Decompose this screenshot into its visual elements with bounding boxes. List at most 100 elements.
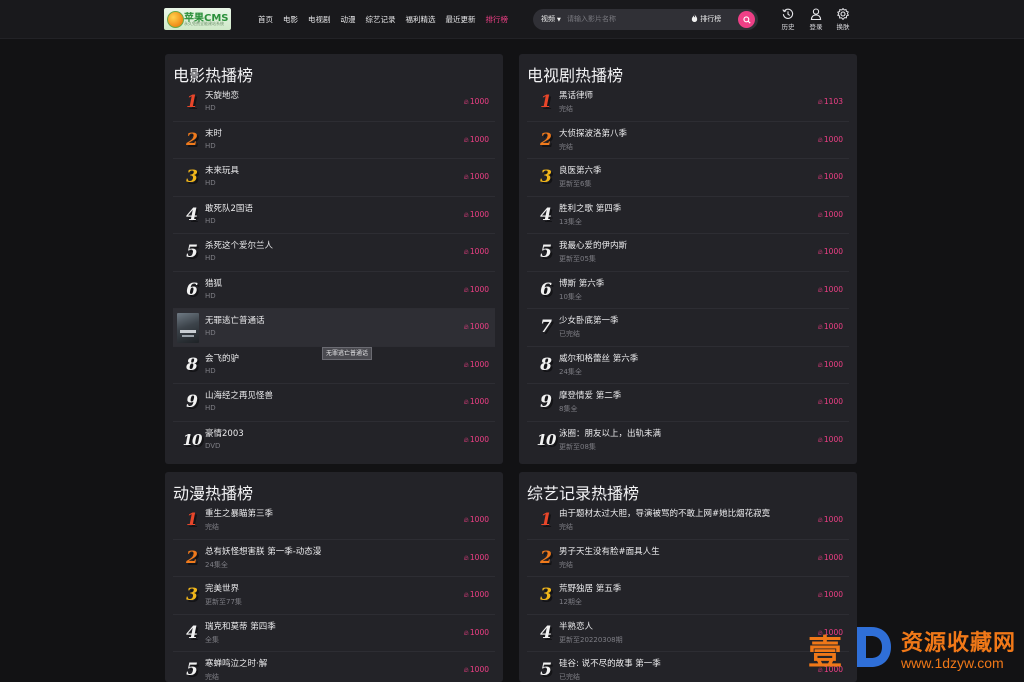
item-status: 完结	[559, 523, 573, 531]
ranking-item[interactable]: 2 男子天生没有脸#面具人生 完结 🔥︎1000	[527, 540, 849, 577]
ranking-item[interactable]: 5 硅谷: 说不尽的故事 第一季 已完结 🔥︎1000	[527, 652, 849, 682]
ranking-item[interactable]: 4 胜利之歌 第四季 13集全 🔥︎1000	[527, 197, 849, 234]
item-status: 已完结	[559, 330, 580, 338]
item-status: 更新至20220308期	[559, 635, 623, 644]
rank-number: 3	[186, 167, 198, 187]
item-status: 完结	[559, 105, 573, 113]
flame-icon: 🔥︎	[817, 516, 823, 524]
ranking-item[interactable]: 2 大侦探波洛第八季 完结 🔥︎1000	[527, 122, 849, 159]
ranking-item[interactable]: 10 豪情2003 DVD 🔥︎1000	[173, 422, 495, 460]
flame-icon: 🔥︎	[463, 98, 469, 106]
panel-title: 电影热播榜	[173, 66, 254, 85]
ranking-item[interactable]: 3 完美世界 更新至77集 🔥︎1000	[173, 577, 495, 615]
heat-count: 🔥︎1000	[818, 135, 843, 145]
item-title: 泳圈：朋友以上，出轨未满	[559, 428, 662, 439]
nav-item-tv[interactable]: 电视剧	[308, 14, 331, 26]
flame-icon: 🔥︎	[817, 248, 823, 256]
rank-number: 7	[540, 317, 552, 337]
search-button[interactable]	[738, 11, 755, 28]
heat-count: 🔥︎1000	[464, 135, 489, 145]
flame-icon: 🔥︎	[463, 398, 469, 406]
item-status: 8集全	[559, 405, 578, 413]
heat-count: 🔥︎1000	[464, 515, 489, 525]
ranking-item[interactable]: 2 总有妖怪想害朕 第一季-动态漫 24集全 🔥︎1000	[173, 540, 495, 577]
item-title: 天旋地恋	[205, 91, 240, 101]
ranking-item[interactable]: 5 杀死这个爱尔兰人 HD 🔥︎1000	[173, 234, 495, 272]
skin-button[interactable]: 换肤	[831, 8, 855, 34]
item-status: 更新至08集	[559, 442, 596, 451]
rank-number: 8	[540, 354, 552, 375]
nav-item-ranking[interactable]: 排行榜	[486, 14, 509, 26]
history-button[interactable]: 历史	[776, 8, 800, 34]
ranking-item[interactable]: 4 半熟恋人 更新至20220308期 🔥︎1000	[527, 615, 849, 652]
ranking-item[interactable]: 1 重生之暴瞄第三季 完结 🔥︎1000	[173, 502, 495, 540]
site-logo[interactable]: 苹果CMS 永久免费全能建站系统	[164, 8, 231, 30]
heat-count: 🔥︎1000	[464, 97, 489, 107]
flame-icon: 🔥︎	[463, 360, 469, 369]
item-status: 24集全	[559, 367, 582, 376]
ranking-item[interactable]: 7 少女卧底第一季 已完结 🔥︎1000	[527, 309, 849, 347]
ranking-item[interactable]: 8 威尔和格蕾丝 第六季 24集全 🔥︎1000	[527, 347, 849, 384]
rank-number: 1	[540, 92, 552, 112]
item-title: 敢死队2国语	[205, 203, 253, 214]
flame-icon: 🔥︎	[463, 248, 469, 256]
ranking-item[interactable]: 9 摩登情爱 第二季 8集全 🔥︎1000	[527, 384, 849, 422]
ranking-item[interactable]: 3 荒野独居 第五季 12期全 🔥︎1000	[527, 577, 849, 615]
rank-number: 5	[540, 242, 552, 262]
ranking-item[interactable]: 1 由于题材太过大胆，导演被骂的不敢上网#她比烟花寂寞 完结 🔥︎1000	[527, 502, 849, 540]
heat-count: 🔥︎1000	[464, 435, 489, 445]
nav-item-movies[interactable]: 电影	[283, 14, 298, 26]
user-icon	[810, 8, 822, 20]
search-input[interactable]	[567, 13, 677, 25]
rank-number: 3	[540, 167, 552, 187]
search-category-dropdown[interactable]: 视频 ▼	[541, 14, 561, 24]
nav-item-home[interactable]: 首页	[258, 14, 273, 26]
item-title: 山海经之再见怪兽	[205, 391, 274, 401]
item-title: 黑话律师	[559, 91, 594, 101]
flame-icon: 🔥︎	[817, 435, 823, 444]
ranking-item[interactable]: 10 泳圈：朋友以上，出轨未满 更新至08集 🔥︎1000	[527, 422, 849, 460]
item-status: 完结	[559, 142, 573, 151]
item-title: 博斯 第六季	[559, 278, 605, 289]
item-title: 胜利之歌 第四季	[559, 203, 622, 214]
heat-count: 🔥︎1103	[818, 97, 843, 107]
heat-value: 1000	[469, 209, 489, 219]
ranking-item[interactable]: 6 博斯 第六季 10集全 🔥︎1000	[527, 272, 849, 309]
nav-item-latest[interactable]: 最近更新	[446, 14, 476, 26]
login-button[interactable]: 登录	[804, 8, 828, 34]
heat-value: 1000	[469, 97, 489, 106]
heat-count: 🔥︎1000	[464, 590, 489, 600]
heat-count: 🔥︎1000	[464, 322, 489, 332]
ranking-item[interactable]: 9 山海经之再见怪兽 HD 🔥︎1000	[173, 384, 495, 422]
flame-icon: 🔥︎	[463, 435, 469, 444]
rank-number: 6	[540, 279, 552, 300]
nav-item-featured[interactable]: 福利精选	[406, 14, 436, 26]
gear-icon	[837, 8, 849, 20]
ranking-item[interactable]: 1 黑话律师 完结 🔥︎1103	[527, 84, 849, 122]
ranking-item[interactable]: 5 寒蝉鸣泣之时·解 完结 🔥︎1000	[173, 652, 495, 682]
flame-icon: 🔥︎	[463, 210, 469, 219]
heat-value: 1000	[823, 284, 843, 294]
ranking-item[interactable]: 6 猎狐 HD 🔥︎1000	[173, 272, 495, 309]
rank-number: 1	[540, 510, 552, 530]
ranking-item[interactable]: 4 瑞克和莫蒂 第四季 全集 🔥︎1000	[173, 615, 495, 652]
ranking-item[interactable]: 5 我最心爱的伊内斯 更新至05集 🔥︎1000	[527, 234, 849, 272]
flame-icon: 🔥︎	[817, 135, 823, 144]
rank-number: 2	[540, 547, 552, 568]
nav-item-anime[interactable]: 动漫	[341, 14, 356, 26]
search-ranking-link[interactable]: 排行榜	[691, 14, 721, 24]
ranking-item-hovered[interactable]: 无罪逃亡普通话 HD 🔥︎1000	[173, 309, 495, 347]
watermark-d-icon	[857, 627, 891, 667]
title-tooltip: 无罪逃亡普通话	[322, 347, 373, 360]
heat-count: 🔥︎1000	[818, 210, 843, 220]
ranking-item[interactable]: 1 天旋地恋 HD 🔥︎1000	[173, 84, 495, 122]
item-title: 无罪逃亡普通话	[205, 316, 265, 326]
ranking-item[interactable]: 3 良医第六季 更新至6集 🔥︎1000	[527, 159, 849, 197]
heat-value: 1000	[823, 590, 843, 599]
ranking-item[interactable]: 2 末时 HD 🔥︎1000	[173, 122, 495, 159]
item-title: 总有妖怪想害朕 第一季-动态漫	[205, 546, 322, 557]
nav-item-variety[interactable]: 综艺记录	[366, 14, 396, 26]
ranking-item[interactable]: 3 未来玩具 HD 🔥︎1000	[173, 159, 495, 197]
item-title: 瑞克和莫蒂 第四季	[205, 621, 276, 632]
ranking-item[interactable]: 4 敢死队2国语 HD 🔥︎1000	[173, 197, 495, 234]
